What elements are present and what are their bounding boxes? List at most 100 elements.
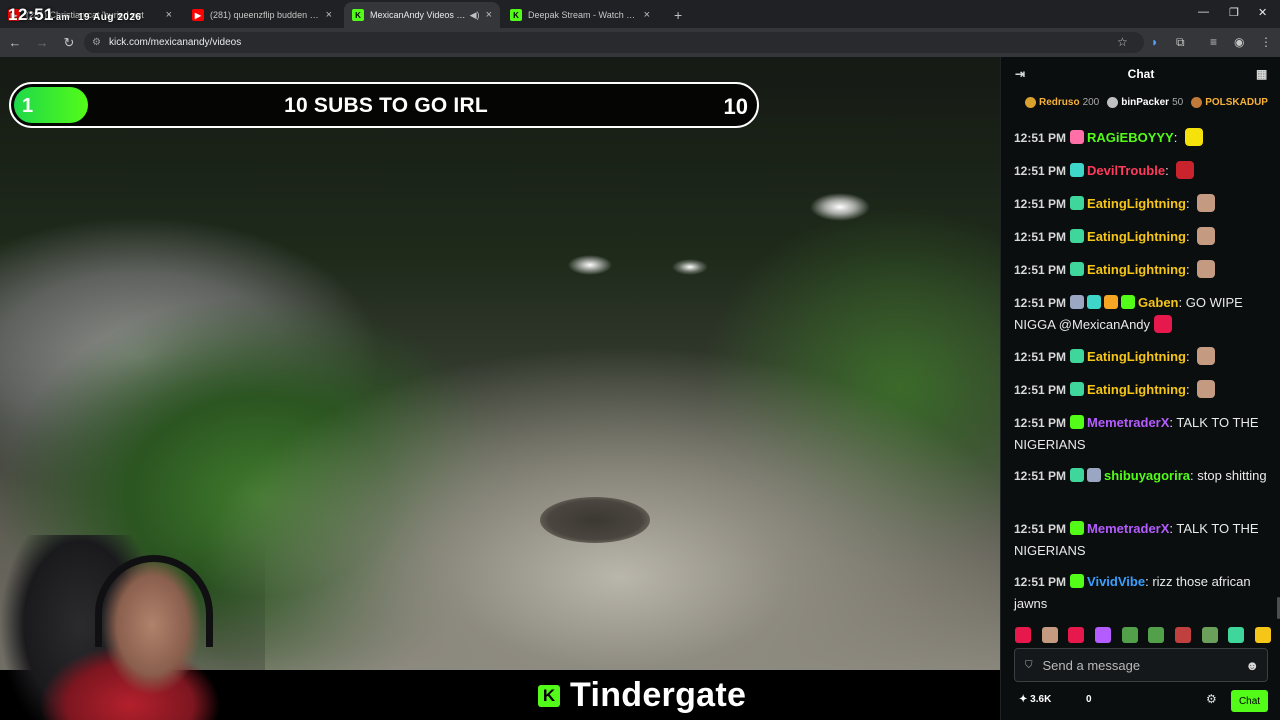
site-info-icon[interactable]: ⚙ (92, 37, 101, 48)
message-username[interactable]: EatingLightning (1087, 349, 1186, 364)
message-username[interactable]: EatingLightning (1087, 262, 1186, 277)
quick-emote-icon[interactable] (1041, 627, 1058, 643)
url-field[interactable]: ⚙ kick.com/mexicanandy/videos (84, 32, 1144, 53)
address-bar-row: ← → ↻ ⚙ kick.com/mexicanandy/videos (0, 28, 1280, 57)
message-colon: : (1185, 349, 1194, 364)
tab-close-icon[interactable]: × (486, 9, 492, 21)
chat-message-input[interactable] (1042, 657, 1233, 673)
leaderboard-entry[interactable]: POLSKADUP (1191, 96, 1271, 108)
chat-message[interactable]: 12:51 PM EatingLightning: (1014, 259, 1272, 281)
media-control-icon[interactable]: ≡ (1210, 35, 1217, 49)
forward-icon[interactable]: → (30, 35, 54, 50)
streamer-webcam (0, 535, 265, 720)
chat-message[interactable]: 12:51 PM EatingLightning: (1014, 226, 1272, 248)
gift-badge-icon (1107, 96, 1119, 108)
new-tab-icon[interactable]: + (674, 2, 682, 28)
chat-message[interactable]: 12:51 PM MemetraderX: TALK TO THE NIGERIA… (1014, 518, 1272, 561)
message-time: 12:51 PM (1014, 469, 1067, 483)
chat-footer: ✦ 3.6K 0 ⚙ Chat (1001, 689, 1280, 713)
quick-emote-icon[interactable] (1228, 627, 1245, 643)
chat-message[interactable]: 12:51 PM EatingLightning: (1014, 379, 1272, 401)
chat-message[interactable]: 12:51 PM Gaben: GO WIPE NIGGA @MexicanAnd… (1014, 292, 1272, 335)
clock-overlay: 12:51 am 19 Aug 2026 (8, 5, 142, 25)
tab-close-icon[interactable]: × (644, 9, 650, 21)
tab-close-icon[interactable]: × (326, 9, 332, 21)
user-badge-icon (1070, 521, 1085, 535)
chat-message[interactable]: 12:51 PM VividVibe: rizz those african ja… (1014, 571, 1272, 614)
browser-tab[interactable]: ▶ (281) queenzflip budden - YouTube × (184, 2, 340, 28)
message-colon: : (1185, 229, 1194, 244)
channel-points[interactable]: ✦ 3.6K (1019, 694, 1051, 705)
quick-emote-icon[interactable] (1068, 627, 1085, 643)
leaderboard-entry[interactable]: Redruso 200 (1025, 96, 1100, 108)
chat-message[interactable]: 12:51 PM RAGiEBOYYY: (1014, 127, 1272, 149)
restore-icon[interactable]: ❐ (1229, 6, 1239, 19)
extension-icon[interactable]: ◗ (1151, 35, 1158, 49)
quick-emote-icon[interactable] (1148, 627, 1165, 643)
message-username[interactable]: RAGiEBOYYY (1087, 130, 1174, 145)
tab-favicon-icon: K (510, 9, 522, 21)
video-player[interactable]: 1 10 SUBS TO GO IRL 10 K Tindergate (0, 57, 1000, 720)
message-username[interactable]: shibuyagorira (1104, 468, 1190, 483)
message-username[interactable]: VividVibe (1087, 574, 1145, 589)
tab-audio-icon[interactable]: ◀) (470, 10, 480, 21)
message-username[interactable]: MemetraderX (1087, 415, 1169, 430)
quick-emote-icon[interactable] (1015, 627, 1031, 643)
quick-emote-icon[interactable] (1174, 627, 1191, 643)
user-badge-icon (1070, 262, 1085, 276)
emote-icon (1197, 260, 1216, 278)
quick-emote-icon[interactable] (1201, 627, 1218, 643)
quick-emote-icon[interactable] (1094, 627, 1111, 643)
kick-logo-icon: K (538, 684, 560, 707)
chat-message[interactable]: 12:51 PM EatingLightning: (1014, 193, 1272, 215)
emoji-picker-icon[interactable]: ☻ (1245, 658, 1259, 673)
user-badge-icon (1087, 295, 1102, 309)
gear-icon[interactable]: ⚙ (1206, 692, 1217, 706)
chat-message[interactable]: 12:51 PM EatingLightning: (1014, 346, 1272, 368)
menu-kebab-icon[interactable]: ⋮ (1260, 35, 1272, 49)
gift-leaderboard: Redruso 200 binPacker 50 POLSKADUP (1001, 91, 1280, 113)
emote-icon (1197, 380, 1216, 398)
message-username[interactable]: Gaben (1138, 295, 1178, 310)
clock-ampm: am (55, 12, 70, 22)
quick-emote-icon[interactable] (1254, 627, 1271, 643)
chat-settings-grid-icon[interactable]: ▦ (1256, 67, 1267, 81)
shield-icon: ⛉ (1025, 659, 1033, 671)
leaderboard-entry[interactable]: binPacker 50 (1107, 96, 1183, 108)
minimize-icon[interactable]: — (1198, 6, 1209, 18)
user-badge-icon (1070, 295, 1085, 309)
back-icon[interactable]: ← (3, 35, 27, 50)
message-time: 12:51 PM (1014, 164, 1067, 178)
message-username[interactable]: EatingLightning (1087, 196, 1186, 211)
emote-icon (1197, 347, 1216, 365)
message-username[interactable]: EatingLightning (1087, 382, 1186, 397)
message-username[interactable]: DevilTrouble (1087, 163, 1165, 178)
extensions-puzzle-icon[interactable]: ⧉ (1176, 35, 1185, 50)
leaderboard-count: 200 (1082, 96, 1100, 108)
leaderboard-name: binPacker (1121, 96, 1170, 108)
quick-emote-icon[interactable] (1121, 627, 1138, 643)
message-username[interactable]: MemetraderX (1087, 521, 1169, 536)
close-window-icon[interactable]: ✕ (1258, 6, 1267, 19)
clock-date: 19 Aug 2026 (78, 12, 142, 23)
points-value: 3.6K (1030, 694, 1052, 705)
bookmark-star-icon[interactable]: ☆ (1117, 35, 1128, 49)
chat-message[interactable]: 12:51 PM DevilTrouble: (1014, 160, 1272, 182)
caption-text: Tindergate (570, 676, 747, 714)
message-colon: : (1178, 295, 1186, 310)
tab-close-icon[interactable]: × (166, 9, 172, 21)
reload-icon[interactable]: ↻ (57, 35, 81, 51)
message-time: 12:51 PM (1014, 296, 1067, 310)
user-badge-icon (1104, 295, 1119, 309)
user-badge-icon (1070, 196, 1085, 210)
sub-goal-target: 10 (723, 94, 748, 119)
profile-icon[interactable]: ◉ (1234, 35, 1244, 49)
chat-panel: ⇥ Chat ▦ Redruso 200 binPacker 50 POLSKADUP … (1000, 57, 1280, 720)
browser-tab[interactable]: K MexicanAndy Videos - Watch◀) × (344, 2, 500, 28)
send-chat-button[interactable]: Chat (1231, 690, 1268, 712)
collapse-chat-icon[interactable]: ⇥ (1015, 67, 1025, 81)
browser-tab[interactable]: K Deepak Stream - Watch Live on Kick × (502, 2, 658, 28)
message-username[interactable]: EatingLightning (1087, 229, 1186, 244)
chat-message[interactable]: 12:51 PM MemetraderX: TALK TO THE NIGERIA… (1014, 412, 1272, 455)
chat-message[interactable]: 12:51 PM shibuyagorira: stop shitting (1014, 465, 1272, 487)
